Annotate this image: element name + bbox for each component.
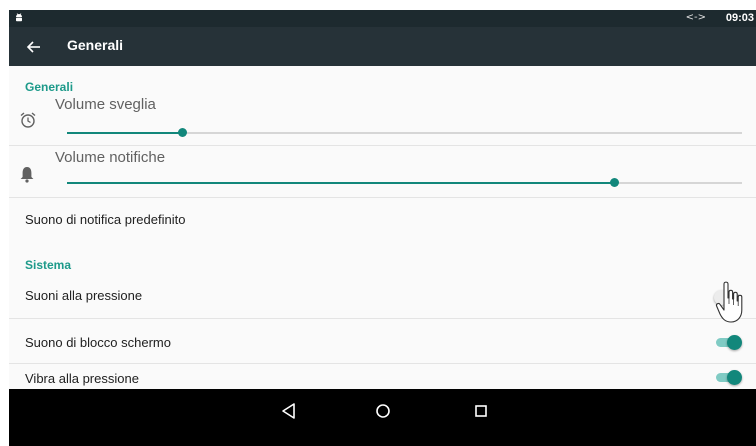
- status-clock: 09:03: [725, 12, 754, 24]
- alarm-clock-icon: [20, 112, 36, 128]
- section-header-generali: Generali: [25, 80, 74, 94]
- alarm-volume-label: Volume sveglia: [55, 96, 156, 113]
- nav-back-triangle-icon[interactable]: [277, 401, 301, 421]
- settings-list: Generali Volume sveglia Volume notifiche…: [9, 66, 756, 389]
- nav-recents-square-icon[interactable]: [469, 401, 493, 421]
- arrow-back-icon[interactable]: [25, 38, 43, 56]
- alarm-volume-slider[interactable]: [67, 127, 742, 139]
- page-title: Generali: [67, 37, 124, 53]
- android-screen: <-> 09:03 Generali Generali Volume svegl…: [9, 10, 756, 446]
- bell-icon: [20, 167, 34, 183]
- touch-sounds-label: Suoni alla pressione: [25, 288, 143, 303]
- status-bar: <-> 09:03: [9, 10, 756, 27]
- vibrate-on-touch-switch[interactable]: [714, 369, 742, 385]
- touch-hand-cursor-icon: [715, 281, 743, 323]
- switch-thumb: [727, 370, 742, 385]
- navigation-bar: [9, 389, 756, 446]
- default-notification-sound-label: Suono di notifica predefinito: [25, 212, 186, 227]
- divider: [9, 197, 756, 198]
- divider: [9, 363, 756, 364]
- slider-fill: [67, 132, 182, 134]
- screen-lock-sound-label: Suono di blocco schermo: [25, 335, 171, 350]
- nav-home-circle-icon[interactable]: [371, 401, 395, 421]
- app-toolbar: Generali: [9, 27, 756, 66]
- section-header-sistema: Sistema: [25, 258, 72, 272]
- slider-thumb[interactable]: [177, 128, 187, 137]
- divider: [9, 145, 756, 146]
- notification-volume-slider[interactable]: [67, 177, 742, 189]
- notification-volume-label: Volume notifiche: [55, 149, 166, 166]
- slider-thumb[interactable]: [609, 178, 619, 187]
- network-arrows-icon: <->: [685, 12, 706, 23]
- switch-thumb: [727, 335, 742, 350]
- slider-fill: [67, 182, 614, 184]
- vibrate-on-touch-label: Vibra alla pressione: [25, 371, 139, 386]
- divider: [9, 318, 756, 319]
- screen-lock-sound-switch[interactable]: [714, 334, 742, 350]
- android-robot-icon: [16, 13, 22, 22]
